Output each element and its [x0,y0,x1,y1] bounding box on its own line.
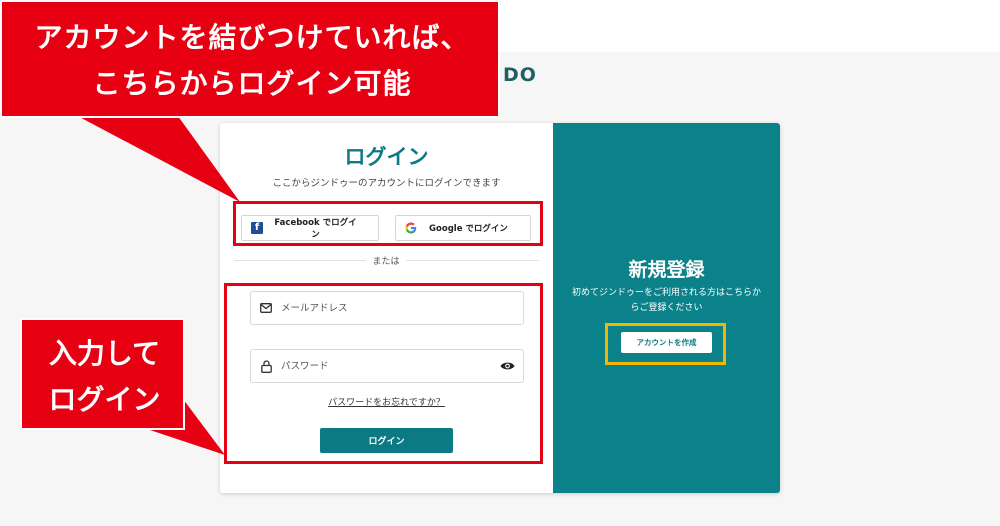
register-title: 新規登録 [628,259,705,281]
login-form-highlight [224,283,543,464]
or-label: または [366,254,406,267]
create-account-highlight [605,323,726,365]
bottom-callout: 入力して ログイン [20,318,185,430]
top-callout-tail [70,112,240,202]
login-title: ログイン [344,145,429,169]
register-pane: 新規登録 初めてジンドゥーをご利用される方はこちらからご登録ください アカウント… [553,123,780,493]
social-login-highlight [233,201,543,246]
top-callout-line2: こちらからログイン可能 [92,67,412,100]
jimdo-logo[interactable]: DO [503,64,537,86]
register-description: 初めてジンドゥーをご利用される方はこちらからご登録ください [571,288,761,313]
login-subtitle: ここからジンドゥーのアカウントにログインできます [272,178,501,189]
top-callout-line1: アカウントを結びつけていれば、 [34,21,470,54]
bottom-callout-line1: 入力して [48,337,161,370]
top-callout: アカウントを結びつけていれば、 こちらからログイン可能 [0,0,500,118]
bottom-callout-line2: ログイン [48,383,161,416]
